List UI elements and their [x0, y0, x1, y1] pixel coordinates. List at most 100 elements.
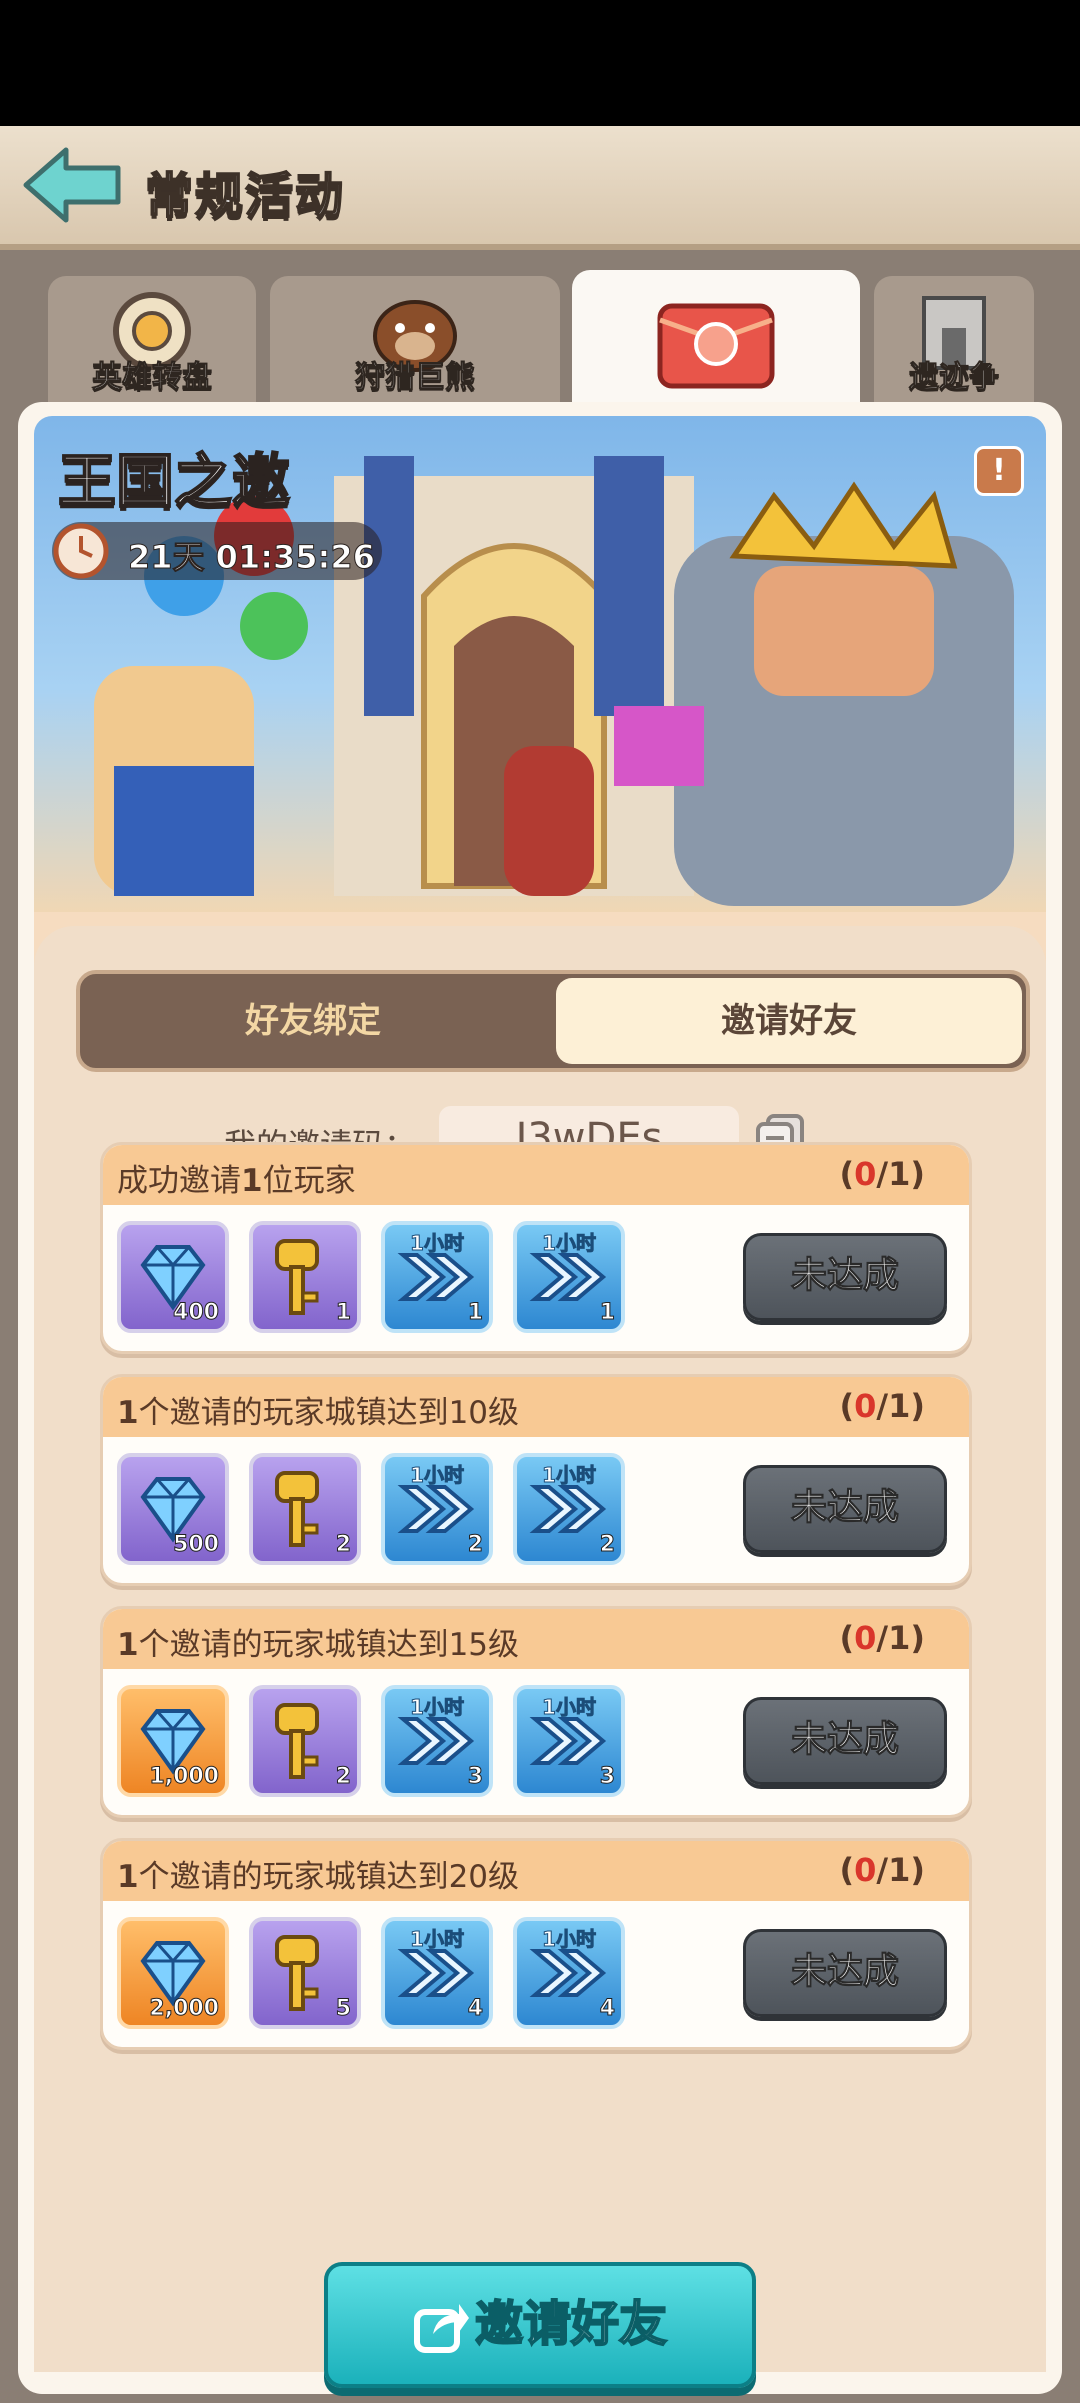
reward-count: 2 [335, 1764, 351, 1790]
app-screen: 常规活动 英雄转盘 狩猎巨熊 遗迹争 王国之邀 21天 01:35:26 ! 好… [0, 126, 1080, 2403]
reward-item[interactable]: 1小时 2 [381, 1453, 493, 1565]
segment-control: 好友绑定 邀请好友 [76, 970, 1030, 1072]
task-title-number: 1 [117, 1627, 139, 1663]
reward-count: 5 [335, 1996, 351, 2022]
back-arrow-icon[interactable] [22, 144, 124, 226]
reward-count: 2 [335, 1532, 351, 1558]
tab-hunt-bear[interactable]: 狩猎巨熊 [270, 276, 560, 416]
reward-item[interactable]: 1小时 3 [381, 1685, 493, 1797]
invite-envelope-icon [657, 303, 775, 389]
reward-item[interactable]: 2 [249, 1453, 361, 1565]
reward-duration: 1小时 [542, 1695, 597, 1720]
reward-count: 2,000 [149, 1996, 220, 2022]
task-title-number: 1 [241, 1163, 263, 1199]
task-title-prefix: 成功邀请 [117, 1163, 241, 1199]
progress-total: /1) [876, 1851, 925, 1889]
task-header: 1个邀请的玩家城镇达到10级 (0/1) [103, 1377, 969, 1437]
task-title: 成功邀请1位玩家 [117, 1155, 356, 1200]
reward-duration: 1小时 [410, 1927, 465, 1952]
task-card: 1个邀请的玩家城镇达到10级 (0/1) 500 2 1小时 2 1小时 2 未达成 [100, 1374, 972, 1586]
invite-button-label: 邀请好友 [474, 2295, 668, 2353]
tab-label: 狩猎巨熊 [355, 360, 476, 396]
reward-item[interactable]: 1,000 [117, 1685, 229, 1797]
reward-duration: 1小时 [542, 1463, 597, 1488]
reward-item[interactable]: 1小时 2 [513, 1453, 625, 1565]
reward-count: 4 [467, 1996, 483, 2022]
progress-open: ( [839, 1851, 855, 1889]
reward-duration: 1小时 [410, 1695, 465, 1720]
progress-done: 0 [854, 1851, 877, 1889]
task-header: 1个邀请的玩家城镇达到20级 (0/1) [103, 1841, 969, 1901]
tab-label: 遗迹争 [909, 360, 1000, 396]
progress-done: 0 [854, 1619, 877, 1657]
task-header: 成功邀请1位玩家 (0/1) [103, 1145, 969, 1205]
reward-count: 4 [599, 1996, 615, 2022]
event-timer: 21天 01:35:26 [52, 522, 382, 580]
task-progress: (0/1) [840, 1619, 925, 1657]
page-title: 常规活动 [144, 167, 346, 225]
reward-item[interactable]: 1小时 4 [513, 1917, 625, 2029]
reward-count: 1 [335, 1300, 351, 1326]
reward-item[interactable]: 1小时 1 [381, 1221, 493, 1333]
reward-count: 400 [173, 1300, 220, 1326]
task-card: 成功邀请1位玩家 (0/1) 400 1 1小时 1 1小时 1 未达成 [100, 1142, 972, 1354]
task-title-number: 1 [117, 1859, 139, 1895]
invite-content: 好友绑定 邀请好友 我的邀请码： I3wDEs 成功邀请1位玩家(0/1)400… [34, 912, 1046, 2372]
progress-total: /1) [876, 1155, 925, 1193]
event-banner: 王国之邀 21天 01:35:26 ! [34, 416, 1046, 912]
task-card: 1个邀请的玩家城镇达到15级 (0/1) 1,000 2 1小时 3 1小时 3 未达成 [100, 1606, 972, 1818]
status-button[interactable]: 未达成 [743, 1929, 947, 2017]
task-title-number: 1 [117, 1395, 139, 1431]
reward-count: 3 [599, 1764, 615, 1790]
tab-invite-friends[interactable]: 邀请好友 [556, 978, 1022, 1064]
reward-item[interactable]: 2,000 [117, 1917, 229, 2029]
activity-panel: 王国之邀 21天 01:35:26 ! 好友绑定 邀请好友 我的邀请码： I3w… [18, 402, 1062, 2394]
timer-text: 21天 01:35:26 [128, 538, 376, 577]
reward-count: 1 [467, 1300, 483, 1326]
share-icon [413, 2304, 469, 2353]
reward-duration: 1小时 [410, 1231, 465, 1256]
reward-count: 1,000 [149, 1764, 220, 1790]
reward-item[interactable]: 500 [117, 1453, 229, 1565]
reward-item[interactable]: 400 [117, 1221, 229, 1333]
tab-ruins[interactable]: 遗迹争 [874, 276, 1034, 416]
task-title-suffix: 个邀请的玩家城镇达到15级 [138, 1627, 520, 1663]
tab-label: 英雄转盘 [92, 360, 213, 396]
task-progress: (0/1) [840, 1851, 925, 1889]
reward-count: 2 [467, 1532, 483, 1558]
task-title: 1个邀请的玩家城镇达到15级 [117, 1619, 519, 1664]
info-button[interactable]: ! [974, 446, 1024, 496]
tab-hero-wheel[interactable]: 英雄转盘 [48, 276, 256, 416]
reward-item[interactable]: 1小时 4 [381, 1917, 493, 2029]
reward-item[interactable]: 5 [249, 1917, 361, 2029]
reward-item[interactable]: 1 [249, 1221, 361, 1333]
invite-friends-button[interactable]: 邀请好友 [324, 2262, 756, 2388]
status-button[interactable]: 未达成 [743, 1697, 947, 1785]
reward-item[interactable]: 2 [249, 1685, 361, 1797]
tab-kingdom-invite[interactable] [572, 270, 860, 420]
header-bar: 常规活动 [0, 126, 1080, 250]
reward-item[interactable]: 1小时 3 [513, 1685, 625, 1797]
reward-count: 2 [599, 1532, 615, 1558]
progress-open: ( [839, 1387, 855, 1425]
event-title: 王国之邀 [57, 446, 291, 516]
reward-duration: 1小时 [542, 1927, 597, 1952]
progress-done: 0 [854, 1155, 877, 1193]
status-button[interactable]: 未达成 [743, 1233, 947, 1321]
tab-friend-bind[interactable]: 好友绑定 [80, 978, 546, 1064]
task-title-suffix: 个邀请的玩家城镇达到10级 [138, 1395, 520, 1431]
progress-done: 0 [854, 1387, 877, 1425]
task-progress: (0/1) [840, 1155, 925, 1193]
reward-count: 500 [173, 1532, 220, 1558]
task-title: 1个邀请的玩家城镇达到10级 [117, 1387, 519, 1432]
status-button[interactable]: 未达成 [743, 1465, 947, 1553]
clock-icon [53, 523, 109, 579]
progress-open: ( [839, 1619, 855, 1657]
task-progress: (0/1) [840, 1387, 925, 1425]
reward-count: 3 [467, 1764, 483, 1790]
task-title-suffix: 个邀请的玩家城镇达到20级 [138, 1859, 520, 1895]
reward-count: 1 [599, 1300, 615, 1326]
content-background: 好友绑定 邀请好友 我的邀请码： I3wDEs 成功邀请1位玩家(0/1)400… [34, 926, 1046, 2372]
reward-item[interactable]: 1小时 1 [513, 1221, 625, 1333]
task-card: 1个邀请的玩家城镇达到20级 (0/1) 2,000 5 1小时 4 1小时 4 未达成 [100, 1838, 972, 2050]
